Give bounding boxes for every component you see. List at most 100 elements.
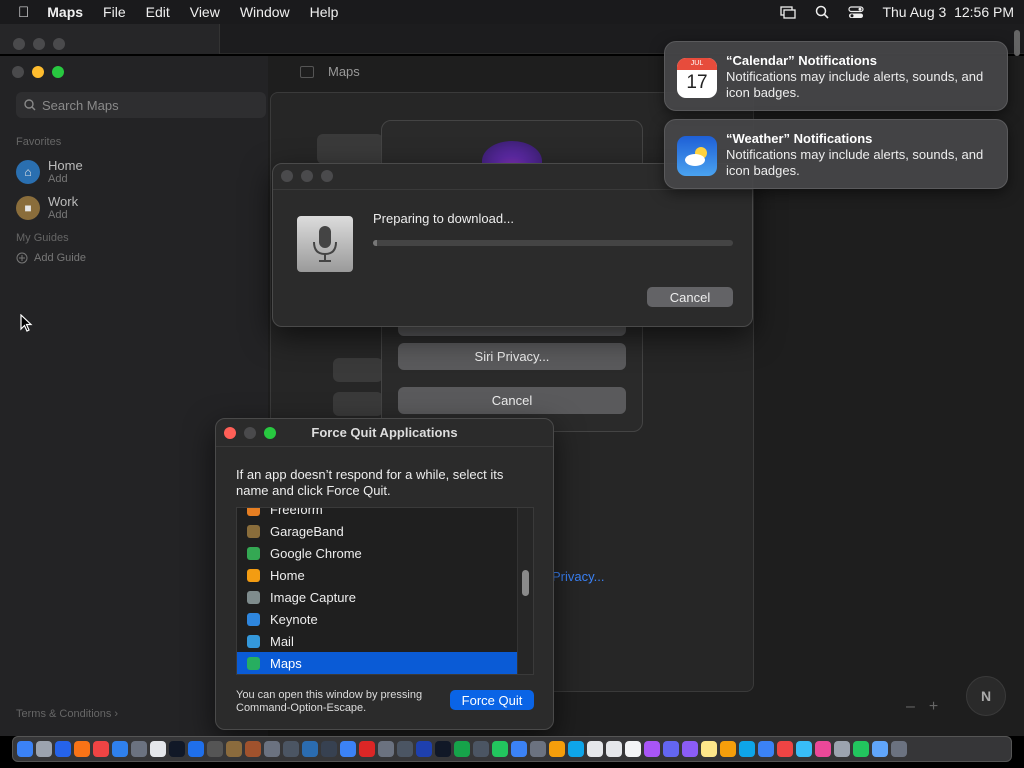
- dock-app-icon[interactable]: [511, 741, 527, 757]
- dock-app-icon[interactable]: [378, 741, 394, 757]
- zoom-out-button[interactable]: –: [906, 698, 915, 716]
- notification-scrollbar[interactable]: [1014, 30, 1020, 56]
- favorite-home[interactable]: ⌂ Home Add: [16, 158, 83, 185]
- dock-app-icon[interactable]: [834, 741, 850, 757]
- terms-link[interactable]: Terms & Conditions ›: [16, 708, 118, 720]
- dock-app-icon[interactable]: [74, 741, 90, 757]
- dock-app-icon[interactable]: [397, 741, 413, 757]
- menu-app-name[interactable]: Maps: [47, 4, 83, 20]
- dock-app-icon[interactable]: [93, 741, 109, 757]
- dock-app-icon[interactable]: [207, 741, 223, 757]
- dock-app-icon[interactable]: [112, 741, 128, 757]
- app-list[interactable]: Freeform GarageBand Google Chrome Home Image…: [236, 507, 534, 675]
- dock-app-icon[interactable]: [150, 741, 166, 757]
- dock-app-icon[interactable]: [720, 741, 736, 757]
- dock-app-icon[interactable]: [359, 741, 375, 757]
- app-row-mail[interactable]: Mail: [237, 630, 519, 652]
- dock-app-icon[interactable]: [188, 741, 204, 757]
- app-row-garageband[interactable]: GarageBand: [237, 520, 519, 542]
- download-cancel-button[interactable]: Cancel: [647, 287, 733, 307]
- calendar-notification[interactable]: JUL 17 “Calendar” Notifications Notifica…: [664, 41, 1008, 111]
- siri-cancel-button[interactable]: Cancel: [398, 387, 626, 414]
- dock-app-icon[interactable]: [131, 741, 147, 757]
- dock-app-icon[interactable]: [55, 741, 71, 757]
- privacy-link[interactable]: Privacy...: [552, 569, 605, 584]
- dock-app-icon[interactable]: [796, 741, 812, 757]
- app-list-scrollbar[interactable]: [517, 508, 533, 674]
- search-input[interactable]: Search Maps: [16, 92, 266, 118]
- app-row-google-chrome[interactable]: Google Chrome: [237, 542, 519, 564]
- dock-app-icon[interactable]: [169, 741, 185, 757]
- background-zoom-button[interactable]: [53, 38, 65, 50]
- download-zoom-button[interactable]: [321, 170, 333, 182]
- dock-app-icon[interactable]: [530, 741, 546, 757]
- dock-app-icon[interactable]: [283, 741, 299, 757]
- background-close-button[interactable]: [13, 38, 25, 50]
- control-center-icon[interactable]: [848, 5, 865, 19]
- dock-app-icon[interactable]: [777, 741, 793, 757]
- download-close-button[interactable]: [281, 170, 293, 182]
- menu-window[interactable]: Window: [240, 4, 290, 20]
- image-capture-app-icon: [247, 590, 260, 604]
- dock-app-icon[interactable]: [682, 741, 698, 757]
- apple-menu-icon[interactable]: : [18, 4, 29, 21]
- dock-app-icon[interactable]: [245, 741, 261, 757]
- zoom-in-button[interactable]: +: [929, 698, 938, 716]
- dock-app-icon[interactable]: [587, 741, 603, 757]
- dock-app-icon[interactable]: [625, 741, 641, 757]
- download-minimize-button[interactable]: [301, 170, 313, 182]
- menu-clock[interactable]: Thu Aug 3 12:56 PM: [882, 4, 1014, 20]
- weather-notification[interactable]: “Weather” Notifications Notifications ma…: [664, 119, 1008, 189]
- spotlight-search-icon[interactable]: [814, 5, 830, 19]
- dock-app-icon[interactable]: [872, 741, 888, 757]
- app-row-image-capture[interactable]: Image Capture: [237, 586, 519, 608]
- dock-app-icon[interactable]: [644, 741, 660, 757]
- force-quit-button[interactable]: Force Quit: [450, 690, 534, 710]
- dock-app-icon[interactable]: [36, 741, 52, 757]
- app-list-scroll-thumb[interactable]: [522, 570, 529, 596]
- app-row-keynote[interactable]: Keynote: [237, 608, 519, 630]
- dock-app-icon[interactable]: [264, 741, 280, 757]
- dock-app-icon[interactable]: [758, 741, 774, 757]
- app-row-freeform[interactable]: Freeform: [237, 508, 519, 520]
- compass-icon[interactable]: N: [966, 676, 1006, 716]
- dock-app-icon[interactable]: [739, 741, 755, 757]
- dock-app-icon[interactable]: [549, 741, 565, 757]
- dock-app-icon[interactable]: [226, 741, 242, 757]
- dock-app-icon[interactable]: [853, 741, 869, 757]
- maps-zoom-button[interactable]: [52, 66, 64, 78]
- weather-notification-body: Notifications may include alerts, sounds…: [726, 147, 984, 178]
- menu-edit[interactable]: Edit: [146, 4, 170, 20]
- dock-app-icon[interactable]: [606, 741, 622, 757]
- dock-app-icon[interactable]: [321, 741, 337, 757]
- maps-close-button[interactable]: [12, 66, 24, 78]
- dock-app-icon[interactable]: [891, 741, 907, 757]
- dock-app-icon[interactable]: [815, 741, 831, 757]
- dock-app-icon[interactable]: [340, 741, 356, 757]
- dock-app-icon[interactable]: [663, 741, 679, 757]
- siri-privacy-button[interactable]: Siri Privacy...: [398, 343, 626, 370]
- dock-app-icon[interactable]: [17, 741, 33, 757]
- dock-app-icon[interactable]: [701, 741, 717, 757]
- app-row-home[interactable]: Home: [237, 564, 519, 586]
- dock-app-icon[interactable]: [492, 741, 508, 757]
- background-minimize-button[interactable]: [33, 38, 45, 50]
- dock-app-icon[interactable]: [416, 741, 432, 757]
- app-row-maps[interactable]: Maps: [237, 652, 519, 674]
- dock-app-icon[interactable]: [435, 741, 451, 757]
- dock-app-icon[interactable]: [302, 741, 318, 757]
- force-quit-zoom-button[interactable]: [264, 427, 276, 439]
- force-quit-minimize-button[interactable]: [244, 427, 256, 439]
- dock-app-icon[interactable]: [473, 741, 489, 757]
- screen-mirroring-icon[interactable]: [780, 5, 797, 19]
- menu-help[interactable]: Help: [310, 4, 339, 20]
- dock-app-icon[interactable]: [454, 741, 470, 757]
- dock-app-icon[interactable]: [568, 741, 584, 757]
- sidebar-toggle-icon[interactable]: [300, 65, 314, 78]
- favorite-work[interactable]: ■ Work Add: [16, 194, 78, 221]
- add-guide-button[interactable]: Add Guide: [16, 252, 86, 264]
- maps-minimize-button[interactable]: [32, 66, 44, 78]
- menu-file[interactable]: File: [103, 4, 126, 20]
- force-quit-close-button[interactable]: [224, 427, 236, 439]
- menu-view[interactable]: View: [190, 4, 220, 20]
